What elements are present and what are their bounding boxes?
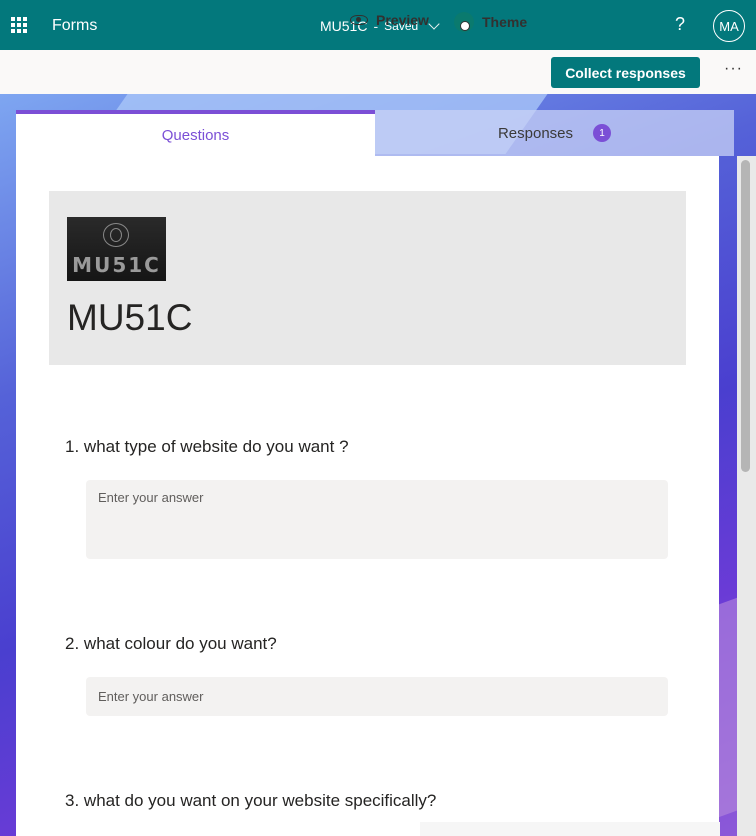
responses-count-badge: 1: [593, 124, 612, 142]
answer-placeholder: Enter your answer: [98, 490, 204, 505]
answer-input-2[interactable]: Enter your answer: [86, 677, 668, 716]
question-3: 3. what do you want on your website spec…: [65, 791, 436, 811]
question-text: what type of website do you want ?: [83, 437, 349, 456]
question-number: 1.: [65, 437, 80, 456]
tab-questions-label: Questions: [161, 126, 230, 144]
question-2: 2. what colour do you want?: [65, 634, 277, 654]
theme-label: Theme: [482, 14, 528, 30]
scroll-fade: [420, 822, 720, 836]
question-number: 3.: [65, 791, 80, 810]
avatar[interactable]: MA: [713, 10, 745, 42]
form-card: MU51C MU51C 1. what type of website do y…: [16, 156, 719, 836]
theme-button[interactable]: Theme: [454, 12, 527, 32]
eye-icon: [350, 15, 368, 25]
question-number: 2.: [65, 634, 80, 653]
tab-responses-label: Responses: [497, 124, 574, 142]
preview-button[interactable]: Preview: [350, 12, 429, 28]
app-name[interactable]: Forms: [52, 17, 97, 35]
scrollbar-thumb[interactable]: [741, 160, 750, 472]
question-text: what colour do you want?: [83, 634, 277, 653]
form-logo: MU51C: [67, 217, 166, 281]
tab-questions[interactable]: Questions: [16, 110, 375, 156]
form-title: MU51C: [67, 297, 193, 338]
music-note-icon: [103, 223, 129, 247]
chevron-down-icon: [428, 18, 440, 30]
app-launcher-icon[interactable]: [11, 17, 27, 33]
answer-input-1[interactable]: Enter your answer: [86, 480, 668, 559]
scrollbar[interactable]: [737, 156, 756, 836]
preview-label: Preview: [376, 12, 429, 28]
help-icon[interactable]: ?: [675, 14, 685, 35]
form-header[interactable]: MU51C MU51C: [49, 191, 686, 365]
collect-responses-button[interactable]: Collect responses: [551, 57, 700, 88]
question-1: 1. what type of website do you want ?: [65, 437, 349, 457]
tab-responses[interactable]: Responses 1: [375, 110, 734, 156]
question-text: what do you want on your website specifi…: [83, 791, 437, 810]
logo-text: MU51C: [72, 253, 161, 277]
palette-icon: [454, 12, 474, 32]
more-options-icon[interactable]: ···: [724, 60, 743, 78]
answer-placeholder: Enter your answer: [98, 689, 204, 704]
